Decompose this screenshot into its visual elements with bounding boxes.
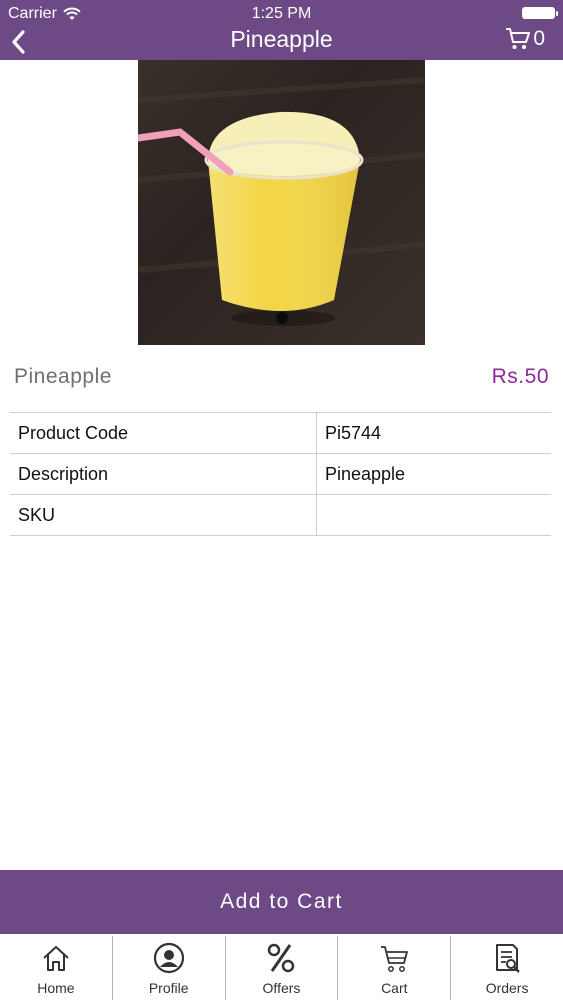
tab-cart[interactable]: Cart: [338, 936, 452, 1000]
orders-icon: [496, 944, 520, 973]
detail-value: Pi5744: [316, 412, 551, 454]
product-name: Pineapple: [14, 365, 112, 388]
product-name-row: Pineapple Rs.50: [14, 365, 549, 395]
status-time: 1:25 PM: [251, 5, 312, 22]
tab-home[interactable]: Home: [0, 936, 113, 1000]
product-image: [138, 60, 425, 345]
tab-orders[interactable]: Orders: [451, 936, 563, 1000]
add-to-cart-button[interactable]: Add to Cart: [0, 870, 563, 934]
cart-icon: [506, 28, 531, 49]
offers-icon: [268, 943, 295, 973]
detail-value: Pineapple: [316, 453, 551, 495]
battery-icon: [522, 7, 558, 19]
home-icon: [43, 946, 69, 971]
bottom-tab-bar: Home Profile Offers Cart Orders: [0, 936, 563, 1000]
cart-count-badge: 0: [533, 27, 545, 50]
tab-label: Home: [37, 980, 75, 996]
tab-label: Profile: [148, 980, 189, 996]
detail-key: Product Code: [10, 412, 317, 454]
tab-label: Cart: [381, 980, 408, 996]
page-title: Pineapple: [230, 26, 333, 52]
detail-key: Description: [10, 453, 317, 495]
detail-value: [316, 494, 551, 536]
tab-profile[interactable]: Profile: [113, 936, 226, 1000]
product-details-table: Product Code Pi5744 Description Pineappl…: [10, 412, 551, 536]
tab-label: Offers: [262, 980, 301, 996]
tab-offers[interactable]: Offers: [226, 936, 339, 1000]
detail-key: SKU: [10, 494, 317, 536]
app-header: Carrier 1:25 PM Pineapple 0: [0, 0, 563, 60]
status-bar: Carrier 1:25 PM: [0, 0, 563, 28]
cart-icon: [381, 946, 409, 972]
table-row: SKU: [10, 494, 551, 536]
header-cart-button[interactable]: 0: [505, 27, 545, 51]
juice-glass-illustration: [138, 77, 425, 326]
nav-bar: Pineapple 0: [0, 26, 563, 60]
table-row: Product Code Pi5744: [10, 412, 551, 454]
product-price: Rs.50: [491, 365, 549, 388]
tab-label: Orders: [485, 980, 529, 996]
profile-icon: [153, 942, 184, 974]
table-row: Description Pineapple: [10, 453, 551, 495]
